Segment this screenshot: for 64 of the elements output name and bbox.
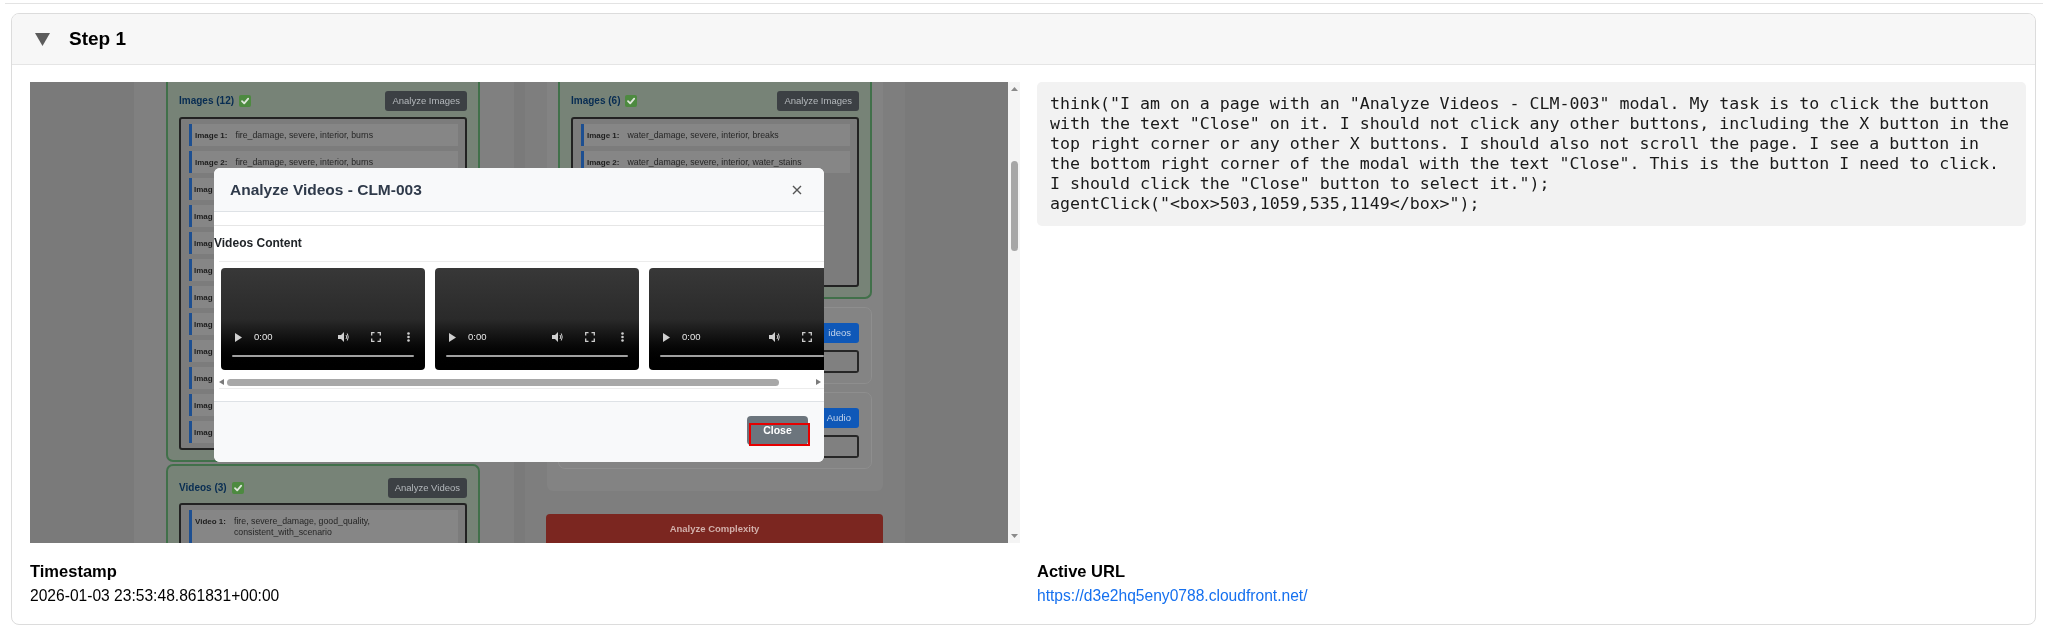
scroll-up-icon[interactable] — [1010, 87, 1018, 91]
item-label: Image 1: — [195, 129, 228, 141]
url-label: Active URL — [1037, 561, 1126, 581]
play-icon[interactable] — [663, 332, 670, 342]
video-player[interactable]: 0:00 — [649, 268, 824, 370]
item-tags: fire, severe_damage, good_quality, consistent_with_scenario — [234, 515, 434, 538]
item-tags: water_damage, severe, interior, breaks — [627, 129, 779, 141]
analyze-button[interactable]: Analyze Images — [385, 91, 467, 111]
card-title: Videos (3) — [179, 482, 227, 494]
scrollbar-thumb[interactable] — [1010, 161, 1018, 251]
input-field[interactable] — [824, 435, 859, 458]
volume-icon[interactable] — [552, 332, 563, 342]
item-label: Imag — [194, 210, 213, 222]
timestamp-value: 2026-01-03 23:53:48.861831+00:00 — [30, 586, 280, 606]
video-time: 0:00 — [254, 331, 273, 343]
more-options-icon[interactable] — [407, 332, 410, 342]
analyze-button[interactable]: ideos — [824, 323, 859, 343]
timestamp-label: Timestamp — [30, 561, 117, 581]
item-label: Imag — [194, 318, 213, 330]
input-field[interactable] — [824, 350, 859, 373]
play-icon[interactable] — [449, 332, 456, 342]
fullscreen-icon[interactable] — [802, 332, 812, 342]
more-options-icon[interactable] — [621, 332, 624, 342]
agent-code: think("I am on a page with an "Analyze Videos - CLM-003" modal. My task is to click the button with the text "Close" on it. I should not click any other buttons, including the X button in the top right corner or any other X buttons. I should also not scroll the page. I see a button in the bottom right corner of the modal with the text "Close". This is the button I need to click. I should click the "Close" button to select it."); agentClick("<box>503,1059,535,1149</box>"); — [1037, 82, 2026, 226]
item-label: Imag — [194, 372, 213, 384]
item-label: Image 2: — [587, 156, 620, 168]
scroll-right-icon[interactable] — [816, 379, 821, 385]
item-label: Image 2: — [195, 156, 228, 168]
url-link[interactable]: https://d3e2hq5eny0788.cloudfront.net/ — [1037, 586, 1308, 606]
step-toggle[interactable]: Step 1 — [12, 14, 2035, 65]
item-tags: fire_damage, severe, interior, burns — [235, 129, 374, 141]
fullscreen-icon[interactable] — [585, 332, 595, 342]
item-label: Image 1: — [587, 129, 620, 141]
video-time: 0:00 — [682, 331, 701, 343]
item-tags: fire_damage, severe, interior, burns — [235, 156, 374, 168]
close-icon[interactable] — [792, 184, 802, 195]
video-player[interactable]: 0:00 — [435, 268, 639, 370]
video-player[interactable]: 0:00 — [221, 268, 425, 370]
play-icon[interactable] — [235, 332, 242, 342]
volume-icon[interactable] — [769, 332, 780, 342]
item-label: Imag — [194, 237, 213, 249]
video-time: 0:00 — [468, 331, 487, 343]
item-label: Imag — [194, 345, 213, 357]
item-label: Imag — [194, 291, 213, 303]
item-label: Video 1: — [195, 515, 226, 527]
item-label: Imag — [194, 183, 213, 195]
modal-title: Analyze Videos - CLM-003 — [230, 179, 422, 200]
scroll-down-icon[interactable] — [1010, 534, 1018, 538]
volume-icon[interactable] — [338, 332, 349, 342]
caret-icon[interactable] — [35, 32, 50, 46]
item-label: Imag — [194, 264, 213, 276]
fullscreen-icon[interactable] — [371, 332, 381, 342]
analyze-button[interactable]: Analyze Images — [777, 91, 859, 111]
item-tags: water_damage, severe, interior, water_stains — [627, 156, 802, 168]
analyze-button[interactable]: Analyze Videos — [387, 478, 467, 498]
card-title: Images (12) — [179, 95, 235, 107]
item-label: Imag — [194, 426, 213, 438]
scroll-left-icon[interactable] — [219, 379, 224, 385]
analyze-button[interactable]: Audio — [824, 408, 859, 428]
scrollbar-thumb[interactable] — [227, 378, 779, 386]
analyze-complexity-button[interactable]: Analyze Complexity — [546, 514, 883, 543]
section-heading: Videos Content — [214, 236, 302, 251]
card-title: Images (6) — [571, 95, 621, 107]
item-label: Imag — [194, 399, 213, 411]
